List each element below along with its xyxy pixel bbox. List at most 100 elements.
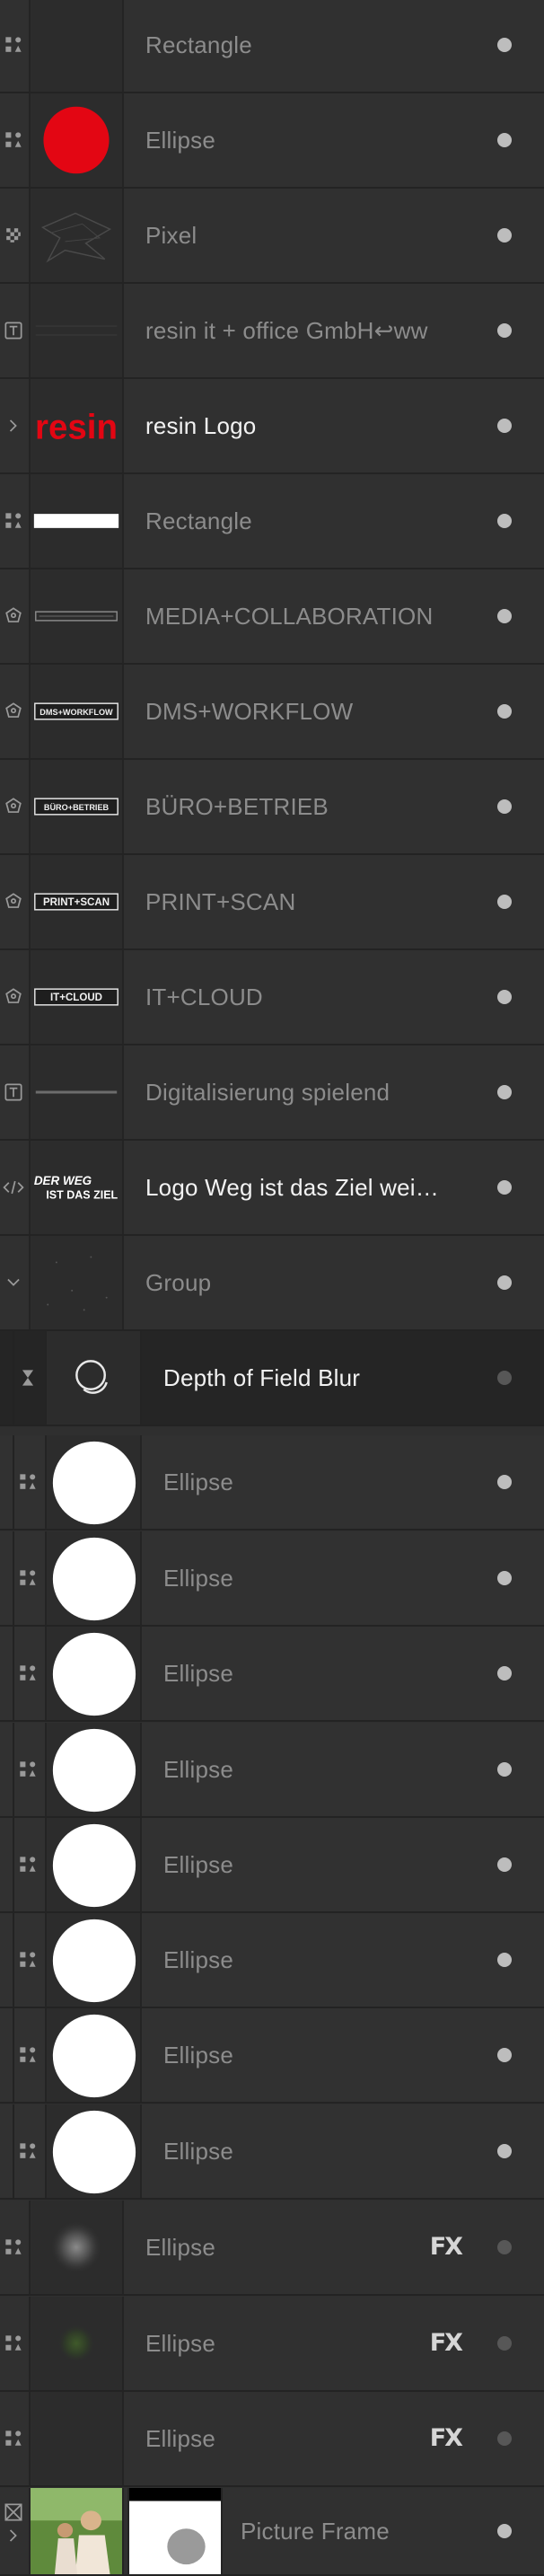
layer-row[interactable]: Depth of Field Blur xyxy=(0,1331,544,1426)
layer-thumbnail xyxy=(29,2297,124,2390)
layer-label[interactable]: Ellipse xyxy=(163,1818,233,1911)
layer-row[interactable]: Ellipse FX xyxy=(0,2392,544,2487)
layer-label[interactable]: Group xyxy=(145,1236,211,1329)
visibility-toggle[interactable] xyxy=(497,514,512,528)
shape-icon xyxy=(14,1723,41,1816)
layer-row[interactable]: Picture Frame xyxy=(0,2488,544,2576)
layer-label[interactable]: IT+CLOUD xyxy=(145,950,263,1044)
visibility-toggle[interactable] xyxy=(497,799,512,814)
visibility-toggle[interactable] xyxy=(497,609,512,623)
layer-row[interactable]: Ellipse xyxy=(0,1723,544,1818)
layer-row[interactable]: Ellipse FX xyxy=(0,2201,544,2296)
visibility-toggle[interactable] xyxy=(497,1475,512,1489)
layer-row[interactable]: Pixel xyxy=(0,189,544,284)
visibility-toggle[interactable] xyxy=(497,2048,512,2062)
layer-row[interactable]: Rectangle xyxy=(0,0,544,93)
layer-row[interactable]: Ellipse xyxy=(0,2008,544,2104)
visibility-toggle[interactable] xyxy=(497,1275,512,1290)
layer-row[interactable]: resin it + office GmbH↩ww xyxy=(0,284,544,379)
visibility-toggle[interactable] xyxy=(497,1180,512,1195)
layer-label[interactable]: Ellipse xyxy=(163,1435,233,1529)
layer-label[interactable]: Ellipse xyxy=(145,2201,215,2294)
layer-label[interactable]: Ellipse xyxy=(145,93,215,187)
curves-icon xyxy=(0,760,27,853)
svg-text:IST DAS ZIEL: IST DAS ZIEL xyxy=(46,1189,118,1202)
visibility-toggle[interactable] xyxy=(497,704,512,719)
visibility-toggle[interactable] xyxy=(497,228,512,243)
layer-label[interactable]: Digitalisierung spielend xyxy=(145,1045,390,1139)
svg-text:BÜRO+BETRIEB: BÜRO+BETRIEB xyxy=(44,803,110,812)
layer-label[interactable]: Depth of Field Blur xyxy=(163,1331,360,1425)
fx-badge[interactable]: FX xyxy=(430,2424,463,2453)
layer-row[interactable]: Ellipse FX xyxy=(0,2297,544,2392)
picture-frame-icon xyxy=(4,2503,22,2521)
visibility-toggle[interactable] xyxy=(497,1762,512,1777)
layer-row[interactable]: Ellipse xyxy=(0,1531,544,1627)
layer-label[interactable]: Ellipse xyxy=(145,2392,215,2485)
visibility-toggle[interactable] xyxy=(497,1953,512,1967)
visibility-toggle[interactable] xyxy=(497,990,512,1004)
visibility-toggle[interactable] xyxy=(497,419,512,433)
group-indent-rail xyxy=(0,1913,14,2007)
layer-row[interactable]: Rectangle xyxy=(0,474,544,569)
visibility-toggle[interactable] xyxy=(497,2336,512,2351)
layer-row[interactable]: DER WEG IST DAS ZIEL Logo Weg ist das Ziel… xyxy=(0,1141,544,1236)
layer-thumbnail xyxy=(45,1331,142,1425)
visibility-toggle[interactable] xyxy=(497,38,512,52)
visibility-toggle[interactable] xyxy=(497,2240,512,2254)
layer-label[interactable]: Logo Weg ist das Ziel wei… xyxy=(145,1141,439,1234)
layer-label[interactable]: Ellipse xyxy=(163,2008,233,2102)
layer-label[interactable]: Ellipse xyxy=(145,2297,215,2390)
layer-row[interactable]: Ellipse xyxy=(0,1913,544,2008)
layer-label[interactable]: DMS+WORKFLOW xyxy=(145,665,353,758)
curves-icon xyxy=(0,855,27,948)
layer-label[interactable]: MEDIA+COLLABORATION xyxy=(145,569,433,663)
layer-label[interactable]: Rectangle xyxy=(145,0,252,92)
layer-label[interactable]: PRINT+SCAN xyxy=(145,855,295,948)
layer-label[interactable]: Pixel xyxy=(145,189,197,282)
layer-row[interactable]: Ellipse xyxy=(0,93,544,189)
visibility-toggle[interactable] xyxy=(497,323,512,338)
layer-row[interactable]: resin resin Logo xyxy=(0,379,544,474)
layer-row[interactable]: DMS+WORKFLOW DMS+WORKFLOW xyxy=(0,665,544,760)
visibility-toggle[interactable] xyxy=(497,1085,512,1099)
layer-label[interactable]: Picture Frame xyxy=(241,2488,390,2574)
layer-row[interactable]: PRINT+SCAN PRINT+SCAN xyxy=(0,855,544,950)
layer-row[interactable]: Ellipse xyxy=(0,2104,544,2200)
visibility-toggle[interactable] xyxy=(497,1371,512,1385)
layer-label[interactable]: Rectangle xyxy=(145,474,252,568)
layer-label[interactable]: Ellipse xyxy=(163,1627,233,1720)
layer-label[interactable]: resin Logo xyxy=(145,379,256,472)
layer-row[interactable]: IT+CLOUD IT+CLOUD xyxy=(0,950,544,1045)
layer-row[interactable]: Group xyxy=(0,1236,544,1331)
chevron-right-icon[interactable] xyxy=(0,379,27,472)
layer-row[interactable]: Ellipse xyxy=(0,1818,544,1913)
visibility-toggle[interactable] xyxy=(497,1857,512,1872)
shape-icon xyxy=(0,474,27,568)
layer-row[interactable]: Ellipse xyxy=(0,1627,544,1722)
svg-text:PRINT+SCAN: PRINT+SCAN xyxy=(43,896,110,908)
visibility-toggle[interactable] xyxy=(497,2524,512,2538)
layer-thumbnail xyxy=(29,1045,124,1139)
fx-badge[interactable]: FX xyxy=(430,2233,463,2262)
layer-row[interactable]: BÜRO+BETRIEB BÜRO+BETRIEB xyxy=(0,760,544,855)
layer-label[interactable]: Ellipse xyxy=(163,1913,233,2007)
layer-label[interactable]: Ellipse xyxy=(163,1531,233,1625)
visibility-toggle[interactable] xyxy=(497,2431,512,2446)
layer-label[interactable]: BÜRO+BETRIEB xyxy=(145,760,329,853)
layer-label[interactable]: resin it + office GmbH↩ww xyxy=(145,284,428,377)
layer-row[interactable]: Ellipse xyxy=(0,1435,544,1531)
visibility-toggle[interactable] xyxy=(497,133,512,147)
chevron-down-icon[interactable] xyxy=(0,1236,27,1329)
layer-thumbnail xyxy=(45,1913,142,2007)
visibility-toggle[interactable] xyxy=(497,895,512,909)
visibility-toggle[interactable] xyxy=(497,1571,512,1585)
layer-row[interactable]: Digitalisierung spielend xyxy=(0,1045,544,1141)
visibility-toggle[interactable] xyxy=(497,1666,512,1681)
visibility-toggle[interactable] xyxy=(497,2144,512,2158)
layer-thumbnail: DER WEG IST DAS ZIEL xyxy=(29,1141,124,1234)
layer-label[interactable]: Ellipse xyxy=(163,1723,233,1816)
layer-label[interactable]: Ellipse xyxy=(163,2104,233,2198)
fx-badge[interactable]: FX xyxy=(430,2329,463,2358)
layer-row[interactable]: MEDIA+COLLABORATION xyxy=(0,569,544,665)
